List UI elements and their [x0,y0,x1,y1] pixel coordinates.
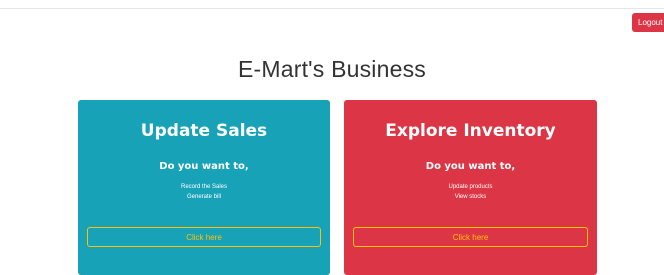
explore-inventory-click-button[interactable]: Click here [353,227,588,247]
card-question: Do you want to, [425,161,516,172]
card-title: Explore Inventory [385,121,556,141]
logout-button[interactable]: Logout [632,13,664,32]
card-option: Record the Sales [180,184,228,190]
card-option: Update products [448,184,493,190]
update-sales-click-button[interactable]: Click here [87,227,321,247]
update-sales-card: Update Sales Do you want to, Record the … [78,100,330,275]
card-option: Generate bill [186,194,222,200]
header-divider [0,8,664,9]
explore-inventory-card: Explore Inventory Do you want to, Update… [344,100,597,275]
card-question: Do you want to, [159,161,249,172]
card-option: View stocks [454,194,487,200]
page-title: E-Mart's Business [237,56,426,82]
card-title: Update Sales [140,121,268,141]
